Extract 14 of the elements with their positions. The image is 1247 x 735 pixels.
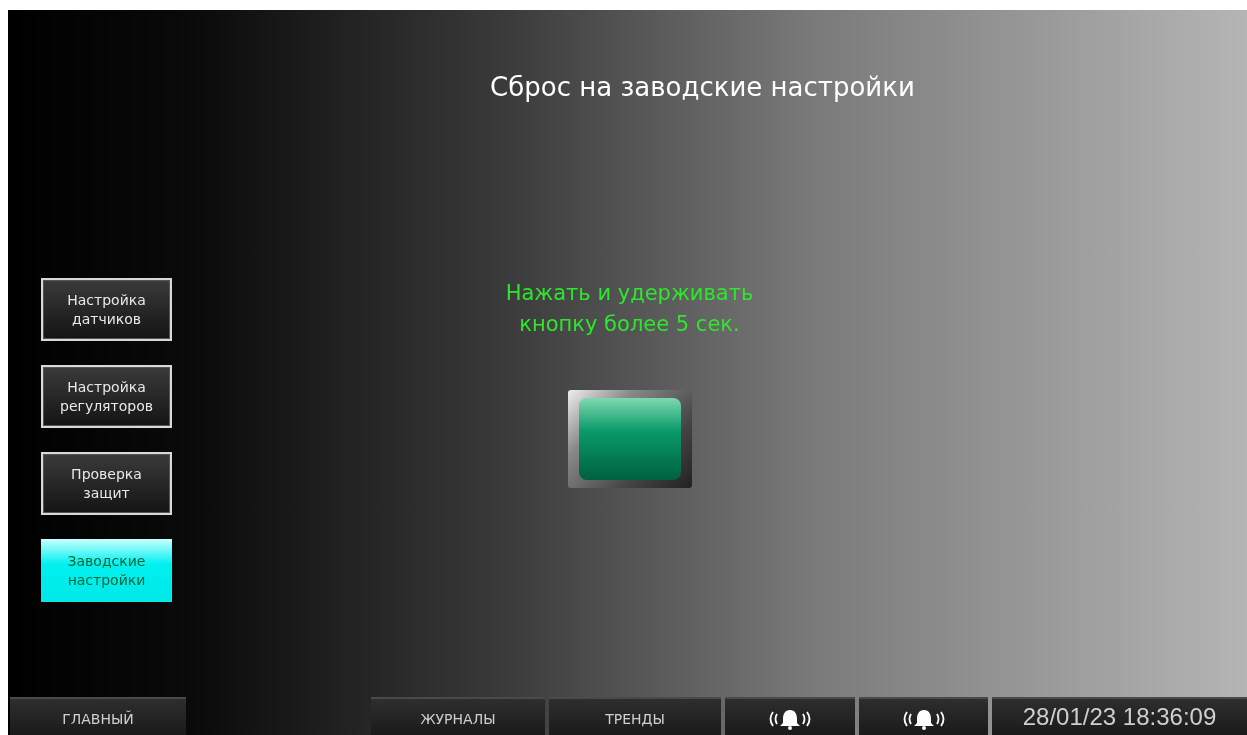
nav-button[interactable]: ТРЕНДЫ bbox=[549, 697, 721, 735]
alarm-bell-icon bbox=[767, 708, 813, 730]
menu-button[interactable]: Настройка датчиков bbox=[41, 278, 172, 341]
menu-button[interactable]: Заводские настройки bbox=[41, 539, 172, 602]
reset-button[interactable] bbox=[567, 390, 692, 488]
alarm-button[interactable] bbox=[725, 697, 855, 735]
alarm-button[interactable] bbox=[859, 697, 988, 735]
instruction-text: Нажать и удерживать кнопку более 5 сек. bbox=[505, 280, 754, 338]
screen-title: Сброс на заводские настройки bbox=[489, 72, 916, 104]
date-time: 28/01/23 18:36:09 bbox=[992, 697, 1247, 735]
menu-button[interactable]: Настройка регуляторов bbox=[41, 365, 172, 428]
nav-button[interactable]: ГЛАВНЫЙ bbox=[10, 697, 186, 735]
nav-button[interactable]: ЖУРНАЛЫ bbox=[371, 697, 545, 735]
menu-button[interactable]: Проверка защит bbox=[41, 452, 172, 515]
